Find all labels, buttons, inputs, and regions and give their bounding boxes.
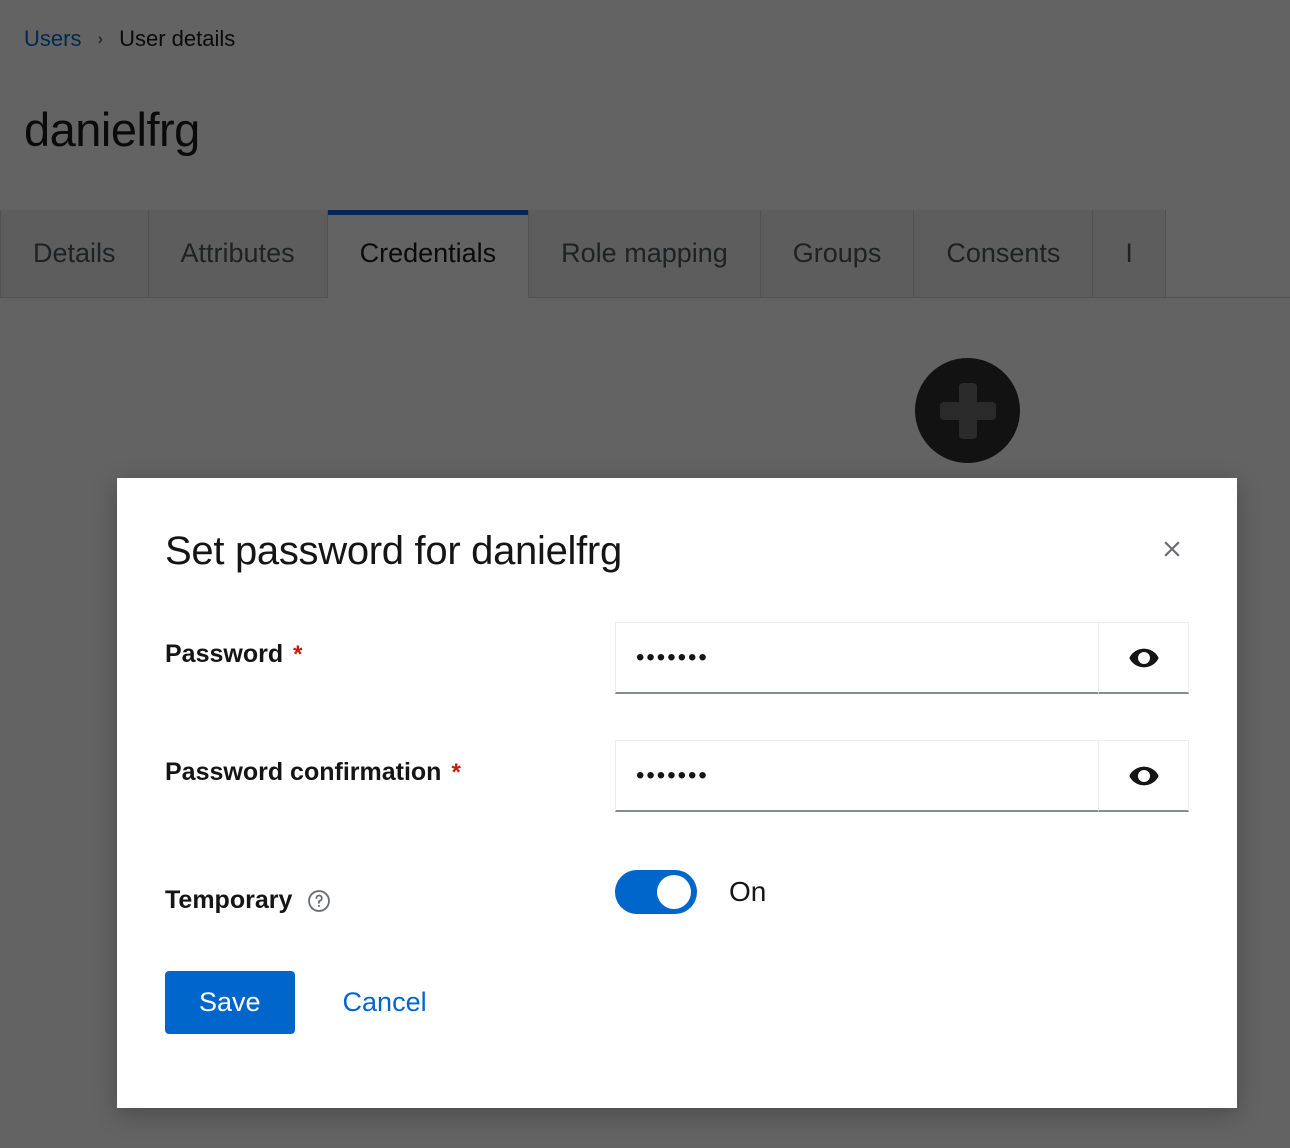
- modal-footer: Save Cancel: [117, 915, 1237, 1034]
- toggle-knob: [657, 875, 691, 909]
- password-confirmation-input[interactable]: [615, 740, 1099, 812]
- temporary-form-row: Temporary On: [165, 868, 1189, 915]
- temporary-label: Temporary: [165, 868, 615, 915]
- temporary-toggle[interactable]: [615, 870, 697, 914]
- password-confirmation-input-group: [615, 740, 1189, 812]
- set-password-modal: Set password for danielfrg Password * ••…: [117, 478, 1237, 1108]
- password-confirmation-label: Password confirmation *: [165, 740, 615, 787]
- required-marker: *: [451, 758, 461, 786]
- password-form-row: Password *: [165, 622, 1189, 694]
- eye-icon[interactable]: [1099, 740, 1189, 812]
- temporary-label-text: Temporary: [165, 886, 293, 914]
- modal-title: Set password for danielfrg: [165, 529, 622, 573]
- password-input[interactable]: [615, 622, 1099, 694]
- temporary-toggle-state: On: [729, 876, 767, 907]
- password-label: Password *: [165, 622, 615, 669]
- password-label-text: Password: [165, 640, 284, 668]
- modal-header: Set password for danielfrg: [117, 478, 1237, 576]
- help-circle-icon[interactable]: [306, 888, 332, 914]
- eye-icon[interactable]: [1099, 622, 1189, 694]
- password-confirmation-form-row: Password confirmation *: [165, 740, 1189, 812]
- save-button[interactable]: Save: [165, 971, 295, 1034]
- password-input-group: [615, 622, 1189, 694]
- temporary-toggle-wrap: On: [615, 868, 766, 914]
- close-icon[interactable]: [1145, 522, 1199, 576]
- required-marker: *: [293, 640, 303, 668]
- cancel-button[interactable]: Cancel: [319, 971, 451, 1034]
- modal-body: Password * Password confirmation: [117, 622, 1237, 915]
- password-confirmation-label-text: Password confirmation: [165, 758, 442, 786]
- app-root: Users › User details danielfrg Details A…: [0, 0, 1290, 1148]
